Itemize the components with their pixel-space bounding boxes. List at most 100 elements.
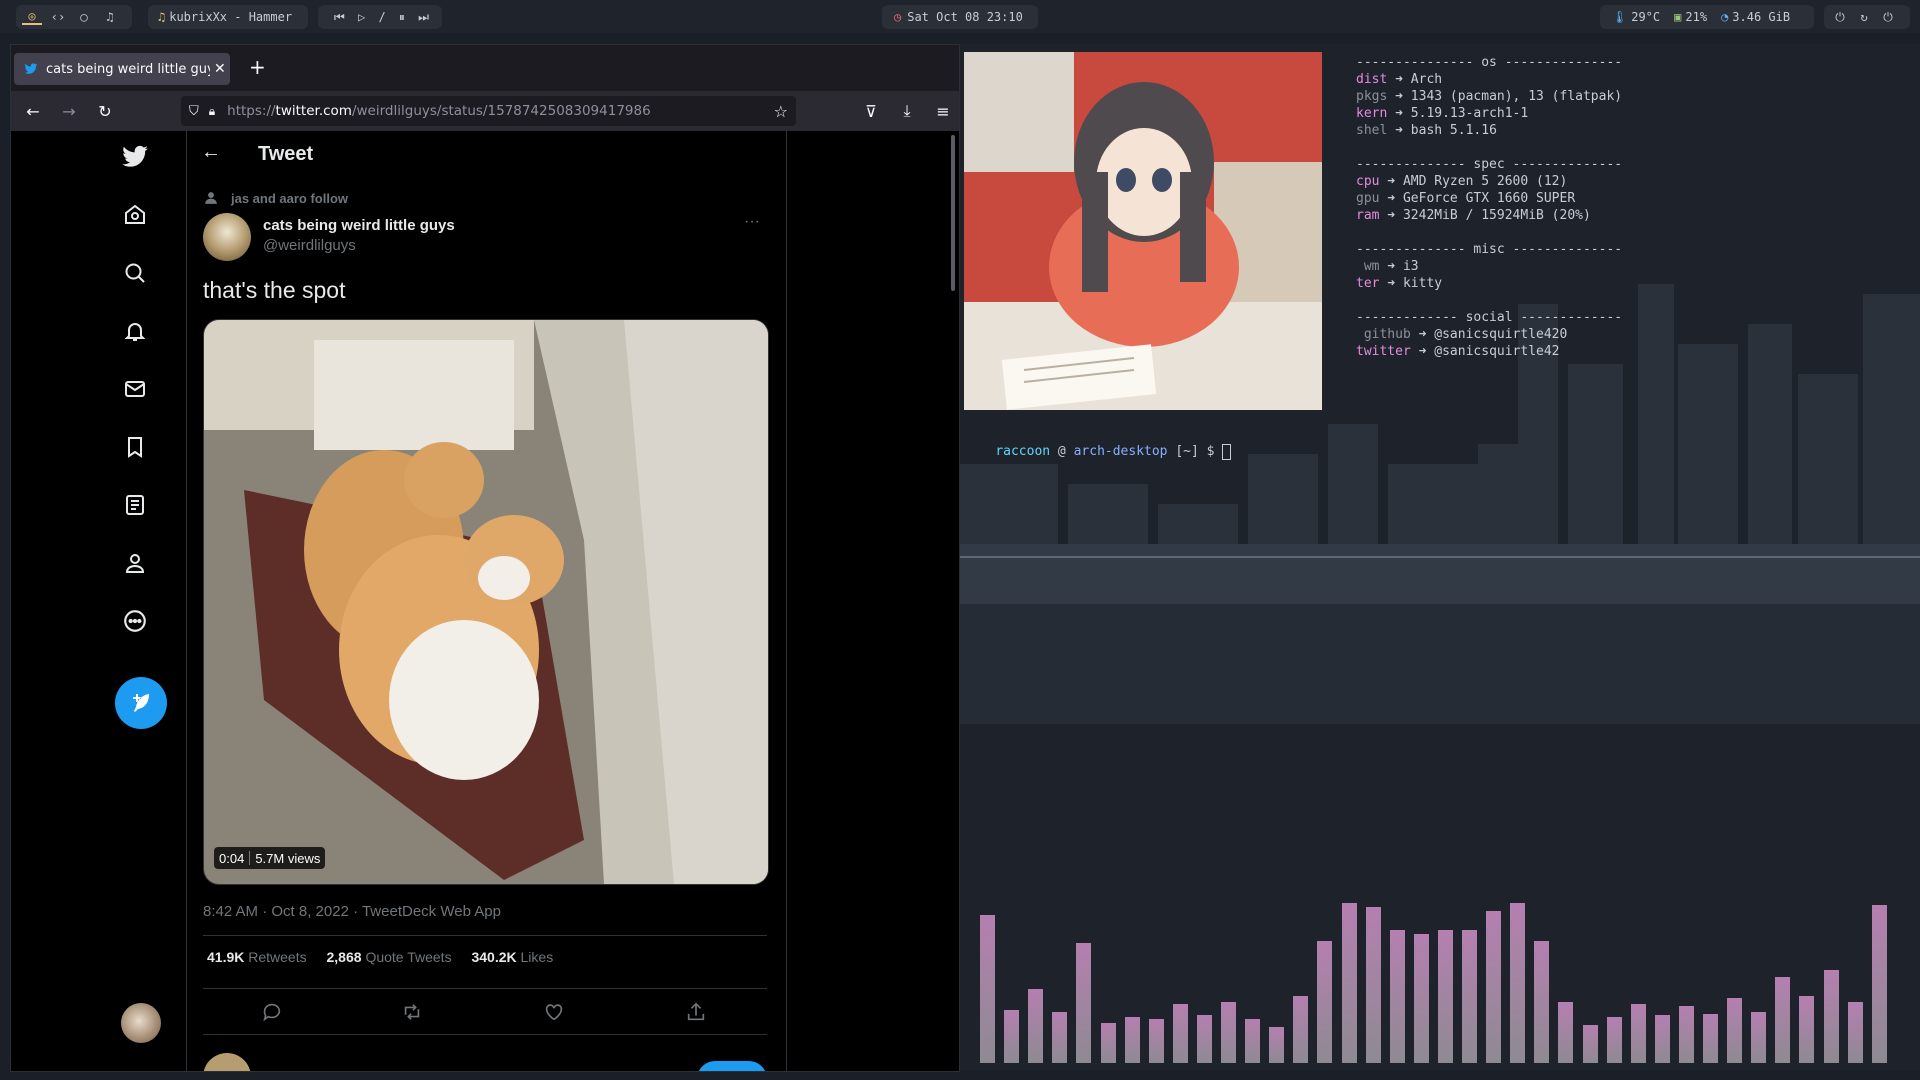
back-arrow-icon[interactable]: ← <box>201 141 221 164</box>
dist-value: Arch <box>1410 72 1443 87</box>
avatar[interactable] <box>121 1003 161 1043</box>
visualizer-bar <box>1366 907 1381 1063</box>
divider <box>203 1034 767 1035</box>
media-controls-icons[interactable]: ⏮ ▷ / ⏸ ⏭ <box>334 10 432 25</box>
author-avatar[interactable] <box>203 213 251 261</box>
video-views: 5.7M views <box>255 850 321 866</box>
quotes-label: Quote Tweets <box>365 949 452 965</box>
bookmark-star-icon[interactable]: ☆ <box>774 102 788 121</box>
visualizer-bar <box>1534 941 1549 1063</box>
cpu-key: cpu <box>1356 174 1380 189</box>
likes-stat[interactable]: 340.2K Likes <box>471 949 553 965</box>
handle[interactable]: @weirdlilguys <box>263 237 356 254</box>
power-icon[interactable]: ⏻ <box>1878 10 1898 25</box>
shell-prompt[interactable]: raccoon @ arch-desktop [~] $ <box>964 426 1232 477</box>
top-status-bar: ◎ ‹› ◯ ♫ ♫ kubrixXx - Hammer ⏮ ▷ / ⏸ ⏭ ◷… <box>0 0 1920 33</box>
notifications-icon[interactable] <box>117 313 153 349</box>
retweets-stat[interactable]: 41.9K Retweets <box>207 949 307 965</box>
chat-icon[interactable]: ◯ <box>74 10 94 24</box>
url-text[interactable]: https://twitter.com/weirdlilguys/status/… <box>227 103 651 119</box>
explore-icon[interactable] <box>117 255 153 291</box>
tweet-stats: 41.9K Retweets 2,868 Quote Tweets 340.2K… <box>207 949 553 965</box>
visualizer-bar <box>1799 996 1814 1063</box>
like-icon[interactable] <box>543 1001 565 1023</box>
ter-line: ter ➜ kitty <box>1356 276 1443 291</box>
pocket-icon[interactable]: ⊽ <box>857 97 885 125</box>
more-icon[interactable] <box>117 603 153 639</box>
reply-button[interactable] <box>697 1061 767 1071</box>
pkgs-line: pkgs ➜ 1343 (pacman), 13 (flatpak) <box>1356 89 1623 104</box>
tweet-text: that's the spot <box>203 277 346 303</box>
twitter-logo-icon[interactable] <box>117 139 153 175</box>
twitter-favicon-icon <box>24 62 38 76</box>
url-bar[interactable]: ⛉ 🔒︎ https://twitter.com/weirdlilguys/st… <box>181 96 796 126</box>
lists-icon[interactable] <box>117 487 153 523</box>
person-icon <box>204 191 218 205</box>
reload-button[interactable]: ↻ <box>91 97 119 125</box>
profile-icon[interactable] <box>117 545 153 581</box>
page-scrollbar[interactable] <box>951 135 955 291</box>
dist-line: dist ➜ Arch <box>1356 72 1443 87</box>
messages-icon[interactable] <box>117 371 153 407</box>
home-icon[interactable] <box>117 197 153 233</box>
globe-icon[interactable]: ◎ <box>22 9 42 25</box>
retweets-label: Retweets <box>248 949 307 965</box>
share-icon[interactable] <box>685 1001 707 1023</box>
tweet-column: ← Tweet jas and aaro follow cats being w… <box>186 131 787 1071</box>
gpu-key: gpu <box>1356 191 1380 206</box>
visualizer-bar <box>1101 1023 1116 1063</box>
anime-girl-image <box>964 52 1322 410</box>
page-title: Tweet <box>258 143 314 165</box>
visualizer-bar <box>1438 930 1453 1063</box>
visualizer-bar <box>1583 1025 1598 1063</box>
visualizer-bar <box>1558 1002 1573 1063</box>
tweet-video[interactable]: 0:04 5.7M views <box>203 319 769 885</box>
code-icon[interactable]: ‹› <box>48 10 68 24</box>
social-context[interactable]: jas and aaro follow <box>231 191 348 206</box>
music-icon[interactable]: ♫ <box>100 10 120 24</box>
shel-line: shel ➜ bash 5.1.16 <box>1356 123 1497 138</box>
visualizer-bar <box>1631 1004 1646 1063</box>
downloads-icon[interactable]: ⤓ <box>893 97 921 125</box>
wm-line: wm ➜ i3 <box>1356 259 1419 274</box>
retweet-icon[interactable] <box>401 1001 423 1023</box>
tab-title: cats being weird little guys <box>46 61 210 77</box>
forward-button[interactable]: → <box>55 97 83 125</box>
quotes-count: 2,868 <box>326 949 362 965</box>
social-header: ------------- social ------------- <box>1356 310 1623 325</box>
new-tab-button[interactable]: + <box>249 55 266 79</box>
visualizer-bar <box>1751 1012 1766 1063</box>
audio-visualizer <box>980 870 1887 1063</box>
reply-avatar[interactable] <box>203 1053 251 1071</box>
restart-icon[interactable]: ↻ <box>1854 10 1874 24</box>
prompt-host: arch-desktop <box>1073 444 1168 459</box>
bookmarks-icon[interactable] <box>117 429 153 465</box>
lock-icon[interactable]: ⏻ <box>1830 10 1850 25</box>
visualizer-bar <box>1727 998 1742 1063</box>
tracking-shield-icon[interactable]: ⛉ <box>189 104 199 119</box>
tweet-timestamp[interactable]: 8:42 AM · Oct 8, 2022 · TweetDeck Web Ap… <box>203 903 501 920</box>
reply-icon[interactable] <box>261 1001 283 1023</box>
twitter-sidebar <box>11 131 185 1071</box>
visualizer-bar <box>1269 1027 1284 1063</box>
workspace-switcher: ◎ ‹› ◯ ♫ <box>16 5 132 29</box>
active-tab[interactable]: cats being weird little guys ✕ <box>14 53 230 85</box>
back-button[interactable]: ← <box>19 97 47 125</box>
visualizer-bar <box>1125 1017 1140 1063</box>
media-controls[interactable]: ⏮ ▷ / ⏸ ⏭ <box>318 5 442 29</box>
cpu-icon: ▣ <box>1674 10 1682 24</box>
tweet-options-icon[interactable]: ··· <box>744 213 760 231</box>
quotes-stat[interactable]: 2,868 Quote Tweets <box>327 949 452 965</box>
pkgs-value: 1343 (pacman), 13 (flatpak) <box>1410 89 1623 104</box>
divider <box>203 988 767 989</box>
display-name[interactable]: cats being weird little guys <box>263 217 455 234</box>
lock-icon[interactable]: 🔒︎ <box>209 104 215 119</box>
clock-icon: ◷ <box>894 10 902 24</box>
menu-icon[interactable]: ≡ <box>929 97 957 125</box>
github-line: github ➜ @sanicsquirtle420 <box>1356 327 1568 342</box>
firefox-window: cats being weird little guys ✕ + ← → ↻ ⛉… <box>10 44 960 1072</box>
compose-tweet-button[interactable] <box>115 677 167 729</box>
visualizer-bar <box>1076 943 1091 1063</box>
close-tab-icon[interactable]: ✕ <box>214 61 226 77</box>
visualizer-bar <box>1149 1019 1164 1063</box>
